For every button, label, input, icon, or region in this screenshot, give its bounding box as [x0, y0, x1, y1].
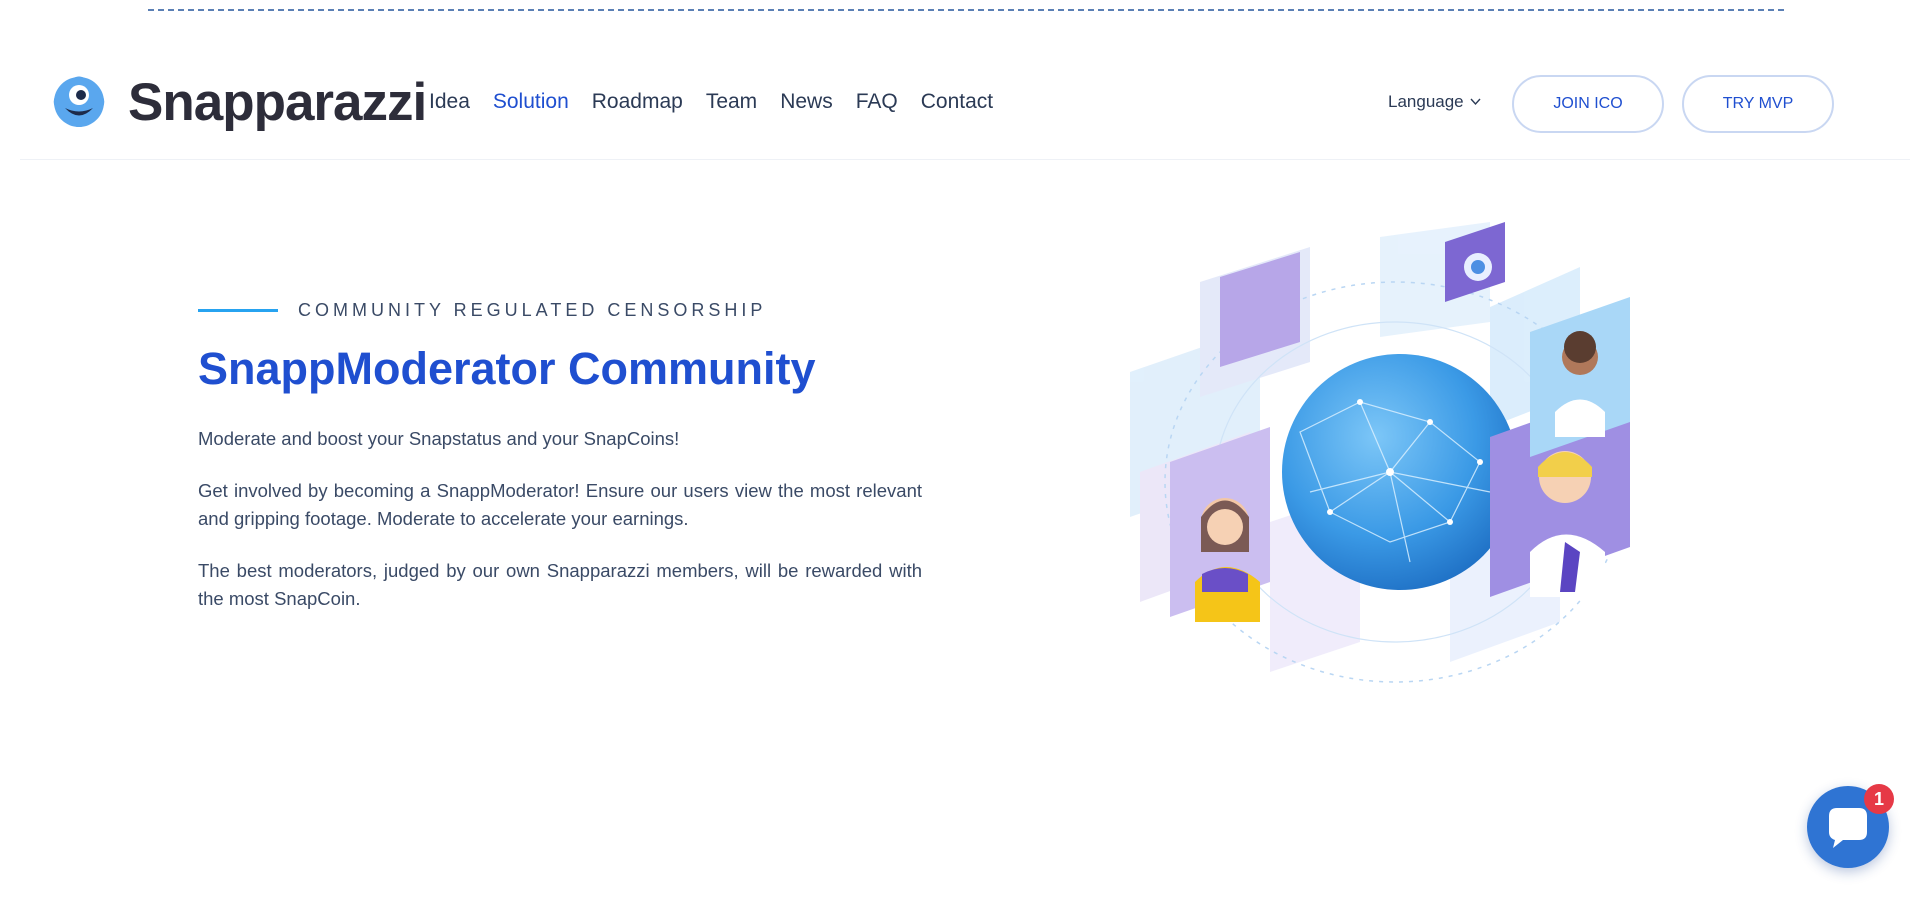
- eyebrow: COMMUNITY REGULATED CENSORSHIP: [198, 300, 922, 321]
- join-ico-button[interactable]: JOIN ICO: [1512, 75, 1664, 133]
- nav-item-solution[interactable]: Solution: [493, 89, 569, 115]
- nav-item-faq[interactable]: FAQ: [856, 89, 898, 115]
- eyebrow-text: COMMUNITY REGULATED CENSORSHIP: [298, 300, 767, 320]
- eyebrow-line: [198, 309, 278, 312]
- brand-logo[interactable]: Snapparazzi: [50, 72, 427, 132]
- site-header: Snapparazzi Idea Solution Roadmap Team N…: [20, 40, 1910, 160]
- nav-item-idea[interactable]: Idea: [429, 89, 470, 115]
- nav-item-news[interactable]: News: [780, 89, 833, 115]
- nav-item-contact[interactable]: Contact: [921, 89, 993, 115]
- paragraph-3: The best moderators, judged by our own S…: [198, 559, 922, 609]
- language-dropdown[interactable]: Language: [1388, 92, 1481, 112]
- chat-notification-badge: 1: [1864, 784, 1894, 814]
- snapparazzi-logo-icon: [53, 76, 105, 128]
- hero-text-section: COMMUNITY REGULATED CENSORSHIP SnappMode…: [198, 300, 922, 613]
- top-dashed-divider: [148, 9, 1784, 11]
- try-mvp-button[interactable]: TRY MVP: [1682, 75, 1834, 133]
- main-nav: Idea Solution Roadmap Team News FAQ Cont…: [429, 89, 1016, 115]
- paragraph-2: Get involved by becoming a SnappModerato…: [198, 479, 922, 529]
- language-label: Language: [1388, 92, 1464, 111]
- paragraph-1: Moderate and boost your Snapstatus and y…: [198, 427, 680, 449]
- section-title: SnappModerator Community: [198, 343, 816, 394]
- nav-item-roadmap[interactable]: Roadmap: [592, 89, 683, 115]
- brand-name: Snapparazzi: [128, 72, 427, 132]
- community-globe-illustration: [1130, 222, 1630, 683]
- nav-item-team[interactable]: Team: [706, 89, 757, 115]
- chevron-down-icon: [1470, 98, 1481, 106]
- page: Snapparazzi Idea Solution Roadmap Team N…: [0, 0, 1920, 897]
